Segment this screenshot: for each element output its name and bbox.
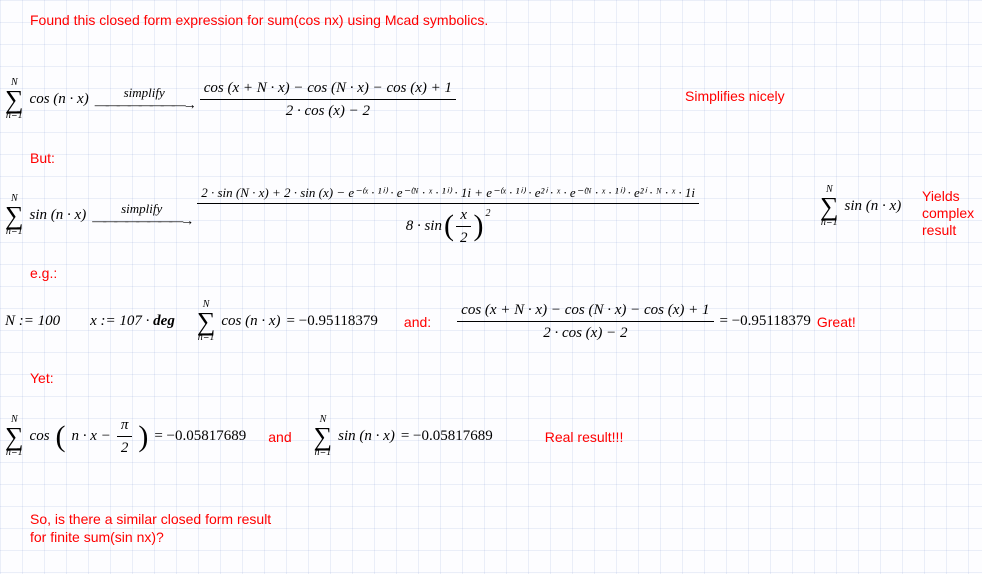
n-assign: N := 100	[5, 313, 60, 330]
square-exp: 2	[485, 208, 490, 220]
closing-text: So, is there a similar closed form resul…	[30, 511, 271, 545]
cos-num-2: cos (x + N · x) − cos (N · x) − cos (x) …	[457, 301, 713, 322]
sum-bot-r: n=1	[821, 218, 838, 228]
sum-bot: n=1	[6, 111, 23, 121]
two: 2	[117, 437, 133, 457]
sum-sin-repeat: N ∑ n=1 sin (n · x)	[820, 185, 901, 228]
sum-bot-sin2: n=1	[315, 448, 332, 458]
sin-num: 2 · sin (N · x) + 2 · sin (x) − e⁻⁽ˣ · ¹…	[197, 185, 699, 204]
eq-sin-simplify: N ∑ n=1 sin (n · x) simplify ————————→ 2…	[5, 185, 699, 247]
val-cos-sum: = −0.95118379	[287, 313, 378, 330]
but-label: But:	[30, 150, 55, 166]
cos-closed-form-num: cos (x + N · x) − cos (N · x) − cos (x) …	[457, 301, 713, 342]
numeric-example: N := 100 x := 107 · deg N ∑ n=1 cos (n ·…	[5, 300, 856, 343]
yields-note: Yields complex result	[922, 188, 978, 238]
sum-sin-body: sin (n · x)	[30, 207, 87, 224]
cos-fn: cos	[30, 428, 50, 445]
shifted-arg-a: n · x −	[72, 428, 111, 445]
x-assign-unit: deg	[153, 313, 175, 329]
sum-bot-2: n=1	[6, 227, 23, 237]
eg-text: e.g.:	[30, 265, 57, 281]
closing-question: So, is there a similar closed form resul…	[30, 510, 290, 546]
x-assign: x := 107 · deg	[90, 313, 175, 330]
cos-num: cos (x + N · x) − cos (N · x) − cos (x) …	[200, 79, 456, 100]
real-label: Real result!!!	[545, 429, 624, 445]
but-text: But:	[30, 150, 55, 166]
cos-den-2: 2 · cos (x) − 2	[539, 322, 631, 342]
sum-symbol-ex: N ∑ n=1	[197, 300, 216, 343]
note-simplifies: Simplifies nicely	[685, 88, 785, 104]
sum-sin-body-r: sin (n · x)	[845, 198, 902, 215]
pi: π	[117, 416, 133, 437]
eq-cos-simplify: N ∑ n=1 cos (n · x) simplify ————————→ c…	[5, 78, 456, 121]
sum-symbol: N ∑ n=1	[5, 78, 24, 121]
x-assign-prefix: x := 107 ·	[90, 313, 149, 329]
title-text: Found this closed form expression for su…	[30, 12, 488, 28]
val-closed-cos: = −0.95118379	[720, 313, 811, 330]
eg-label: e.g.:	[30, 265, 57, 281]
sum-symbol-sin2: N ∑ n=1	[314, 415, 333, 458]
pi-over-2: π 2	[117, 416, 133, 457]
sin-closed-form: 2 · sin (N · x) + 2 · sin (x) − e⁻⁽ˣ · ¹…	[197, 185, 699, 247]
val-shifted: = −0.05817689	[154, 428, 246, 445]
shifted-row: N ∑ n=1 cos ( n · x − π 2 ) = −0.0581768…	[5, 415, 623, 458]
sum-symbol-sin-r: N ∑ n=1	[820, 185, 839, 228]
simplify-arrow: simplify ————————→	[95, 86, 194, 113]
inner-num: x	[456, 206, 471, 227]
sum-cos-body: cos (n · x)	[30, 91, 89, 108]
sin-den-prefix: 8 · sin	[406, 217, 442, 235]
yields-text: Yields complex result	[922, 188, 974, 238]
sum-bot-sh: n=1	[6, 448, 23, 458]
page-title: Found this closed form expression for su…	[30, 12, 488, 28]
and2-label: and	[268, 429, 291, 445]
val-sin-sum: = −0.05817689	[401, 428, 493, 445]
inner-frac: x 2	[456, 206, 472, 247]
sum-sin-body-2: sin (n · x)	[338, 428, 395, 445]
sum-symbol-sin: N ∑ n=1	[5, 194, 24, 237]
sum-symbol-sh: N ∑ n=1	[5, 415, 24, 458]
simplify-arrow-2: simplify ————————→	[92, 202, 191, 229]
yet-label: Yet:	[30, 370, 54, 386]
great-label: Great!	[817, 314, 856, 330]
cos-den: 2 · cos (x) − 2	[282, 100, 374, 120]
yet-text: Yet:	[30, 370, 54, 386]
cos-closed-form: cos (x + N · x) − cos (N · x) − cos (x) …	[200, 79, 456, 120]
sum-bot-ex: n=1	[198, 333, 215, 343]
note-simplifies-text: Simplifies nicely	[685, 88, 785, 104]
inner-den: 2	[456, 227, 472, 247]
sum-cos-body-ex: cos (n · x)	[221, 313, 280, 330]
sin-den: 8 · sin ( x 2 ) 2	[402, 204, 495, 247]
and-label: and:	[404, 314, 431, 330]
